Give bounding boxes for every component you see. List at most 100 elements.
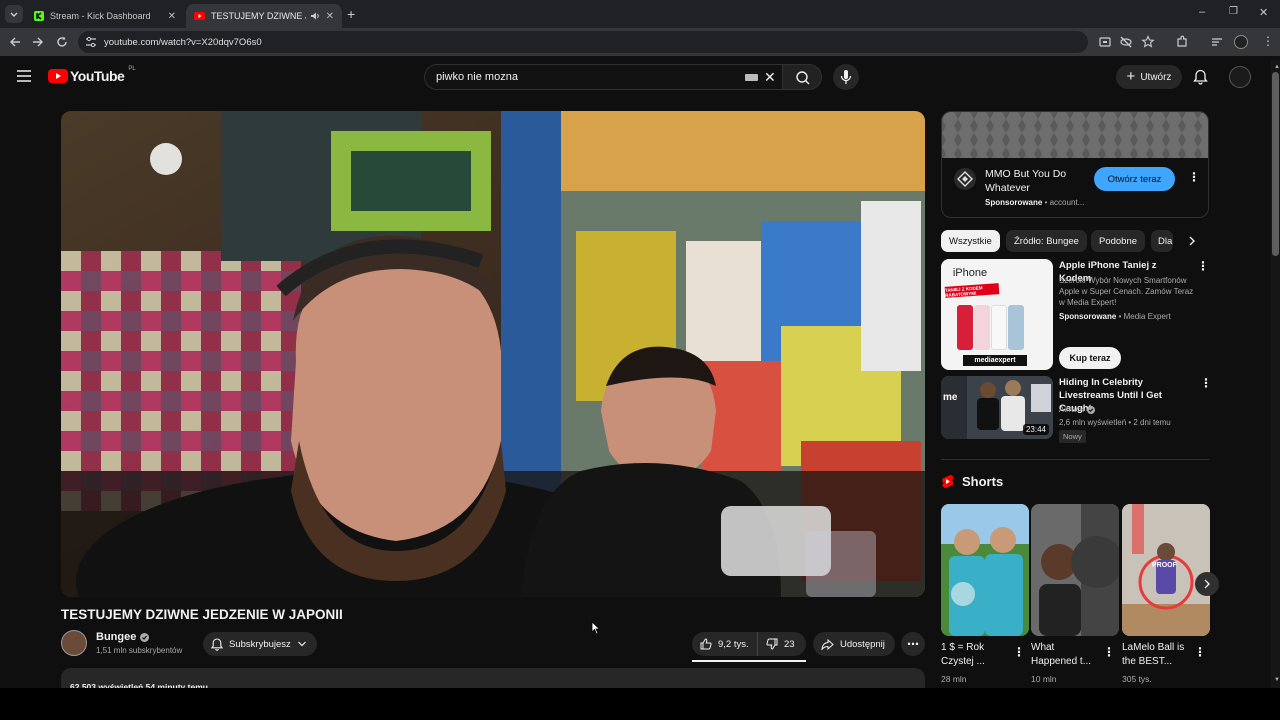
minimize-icon[interactable]: –	[1199, 6, 1205, 18]
tab-search-button[interactable]	[5, 5, 23, 23]
chip-for-you[interactable]: Dla	[1151, 230, 1173, 252]
chip-related[interactable]: Podobne	[1091, 230, 1146, 252]
short-thumb-text: PROOF	[1152, 562, 1177, 569]
close-tab-icon[interactable]: ✕	[168, 11, 176, 22]
close-tab-icon[interactable]: ✕	[326, 11, 334, 22]
search-icon	[796, 71, 810, 85]
rec-sponsored-row: Sponsorowane • Media Expert	[1059, 312, 1171, 321]
chevron-down-icon	[297, 641, 306, 647]
taskbar-area	[0, 688, 1280, 720]
more-actions-button[interactable]: ⋯	[901, 632, 925, 656]
thumb-brand: mediaexpert	[963, 355, 1027, 366]
logo-text: YouTube	[70, 68, 125, 84]
youtube-header: YouTube PL piwko nie mozna ✕ + Utwórz	[0, 56, 1280, 98]
rec-thumbnail[interactable]: me 23:44	[941, 376, 1053, 439]
verified-check-icon	[140, 632, 150, 642]
short-thumbnail-3[interactable]: PROOF	[1122, 504, 1210, 636]
sponsored-ad-card[interactable]: MMO But You Do Whatever Sponsorowane • a…	[941, 111, 1209, 218]
new-tab-icon[interactable]: +	[347, 6, 355, 22]
eye-off-icon[interactable]	[1119, 35, 1133, 49]
search-button[interactable]	[782, 64, 822, 90]
back-arrow-icon[interactable]	[8, 35, 22, 49]
address-bar[interactable]: youtube.com/watch?v=X20dqv7O6s0	[78, 31, 1088, 53]
buy-now-button[interactable]: Kup teraz	[1059, 347, 1121, 369]
extensions-icon[interactable]	[1175, 35, 1189, 49]
rec-more-icon[interactable]: ⋮	[1200, 376, 1212, 390]
hamburger-menu-icon[interactable]	[17, 70, 31, 82]
keyboard-icon[interactable]	[745, 74, 758, 81]
reload-icon[interactable]	[55, 35, 69, 49]
channel-avatar[interactable]	[61, 630, 87, 656]
site-settings-icon[interactable]	[84, 35, 98, 49]
search-input[interactable]: piwko nie mozna ✕	[424, 64, 782, 90]
short-views: 28 mln	[941, 674, 967, 684]
region-code: PL	[128, 66, 136, 72]
page-scrollbar[interactable]: ▲ ▼	[1271, 60, 1280, 688]
tab-kick-dashboard[interactable]: Stream - Kick Dashboard ✕	[26, 4, 184, 28]
like-button[interactable]: 9,2 tys.	[692, 632, 758, 656]
share-arrow-icon	[821, 638, 834, 650]
short-image	[1122, 504, 1210, 636]
chip-all[interactable]: Wszystkie	[941, 230, 1000, 252]
chrome-menu-icon[interactable]: ⋮	[1262, 34, 1274, 48]
short-views: 305 tys.	[1122, 674, 1152, 684]
reading-list-icon[interactable]	[1210, 35, 1224, 49]
short-thumbnail-2[interactable]	[1031, 504, 1119, 636]
cast-icon[interactable]	[1098, 35, 1112, 49]
notifications-bell-icon[interactable]	[1193, 69, 1208, 85]
speaker-icon[interactable]	[310, 11, 320, 21]
profile-avatar[interactable]	[1234, 35, 1248, 49]
rec-thumbnail[interactable]: iPhone TANIEJ Z KODEM RABATOWYM! mediaex…	[941, 259, 1053, 370]
close-window-icon[interactable]: ✕	[1259, 6, 1268, 19]
rec-meta: 2,6 mln wyświetleń • 2 dni temu	[1059, 418, 1171, 427]
short-title[interactable]: What Happened t...	[1031, 641, 1103, 669]
rec-more-icon[interactable]: ⋮	[1197, 259, 1209, 273]
tab-youtube-video[interactable]: TESTUJEMY DZIWNE JEDZE ✕	[186, 4, 342, 28]
ad-more-icon[interactable]: ⋮	[1188, 170, 1200, 184]
shorts-next-button[interactable]	[1195, 572, 1219, 596]
chevron-down-icon	[10, 12, 18, 17]
like-ratio-bar	[692, 660, 806, 662]
short-more-icon[interactable]: ⋮	[1103, 645, 1115, 659]
short-title[interactable]: 1 $ = Rok Czystej ...	[941, 641, 1013, 669]
advertiser-logo	[954, 168, 976, 190]
dislike-button[interactable]: 23	[758, 632, 795, 656]
shorts-heading-row: Shorts	[941, 474, 1003, 489]
scroll-down-icon[interactable]: ▼	[1274, 677, 1280, 683]
tab-title: Stream - Kick Dashboard	[50, 11, 151, 21]
create-button[interactable]: + Utwórz	[1116, 65, 1182, 89]
video-title: TESTUJEMY DZIWNE JEDZENIE W JAPONII	[61, 607, 343, 622]
chevron-right-icon[interactable]	[1185, 234, 1199, 248]
channel-name-row: Bungee	[96, 631, 150, 643]
rec-description: Szeroki Wybór Nowych Smartfonów Apple w …	[1059, 276, 1194, 307]
restore-icon[interactable]: ❐	[1229, 6, 1238, 17]
short-more-icon[interactable]: ⋮	[1194, 645, 1206, 659]
mouse-cursor-icon	[591, 621, 601, 635]
clear-search-icon[interactable]: ✕	[764, 69, 776, 86]
shorts-logo-icon	[942, 475, 954, 488]
account-avatar[interactable]	[1229, 66, 1251, 88]
scrollbar-thumb[interactable]	[1272, 72, 1279, 256]
scroll-up-icon[interactable]: ▲	[1274, 64, 1280, 70]
ad-sponsored-row: Sponsorowane • account...	[985, 198, 1085, 207]
short-more-icon[interactable]: ⋮	[1013, 645, 1025, 659]
rec-channel-name[interactable]: Airrack	[1059, 404, 1084, 415]
short-thumbnail-1[interactable]	[941, 504, 1029, 636]
ad-open-button[interactable]: Otwórz teraz	[1094, 167, 1175, 191]
voice-search-button[interactable]	[833, 64, 859, 90]
channel-name[interactable]: Bungee	[96, 631, 136, 643]
bookmark-star-icon[interactable]	[1141, 35, 1155, 49]
phone-red	[957, 305, 973, 350]
subscriber-count: 1,51 mln subskrybentów	[96, 646, 183, 655]
forward-arrow-icon[interactable]	[31, 35, 45, 49]
share-button[interactable]: Udostępnij	[813, 632, 895, 656]
like-count: 9,2 tys.	[718, 638, 749, 650]
phone-blue	[1008, 305, 1024, 350]
video-player[interactable]	[61, 111, 925, 597]
youtube-favicon-icon	[194, 12, 205, 20]
tab-title: TESTUJEMY DZIWNE JEDZE	[211, 11, 306, 21]
short-title[interactable]: LaMelo Ball is the BEST...	[1122, 641, 1194, 669]
youtube-logo[interactable]: YouTube PL	[48, 66, 136, 84]
chip-from-bungee[interactable]: Źródło: Bungee	[1006, 230, 1087, 252]
subscribe-button[interactable]: Subskrybujesz	[203, 632, 317, 656]
